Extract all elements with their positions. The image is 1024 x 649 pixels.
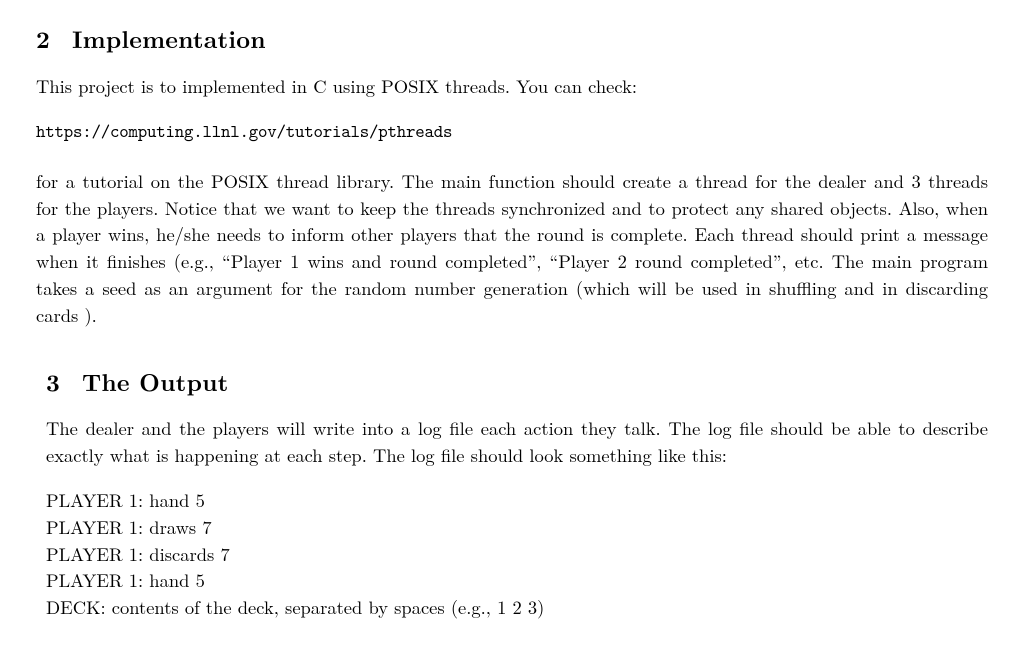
tutorial-url: https://computing.llnl.gov/tutorials/pth… bbox=[36, 118, 988, 144]
log-sample: PLAYER 1: hand 5 PLAYER 1: draws 7 PLAYE… bbox=[46, 487, 988, 621]
section-3-block: 3 The Output The dealer and the players … bbox=[36, 365, 988, 621]
section-3-heading: 3 The Output bbox=[46, 365, 988, 400]
section-number: 3 bbox=[46, 365, 60, 400]
section-2-para-1: This project is to implemented in C usin… bbox=[36, 73, 988, 100]
section-2-heading: 2 Implementation bbox=[36, 22, 988, 57]
log-line: PLAYER 1: hand 5 bbox=[46, 567, 988, 594]
section-title: Implementation bbox=[72, 22, 266, 57]
log-line: PLAYER 1: discards 7 bbox=[46, 541, 988, 568]
section-gap bbox=[36, 347, 988, 365]
log-line: PLAYER 1: draws 7 bbox=[46, 514, 988, 541]
section-title: The Output bbox=[82, 365, 229, 400]
section-3-para-1: The dealer and the players will write in… bbox=[46, 415, 988, 469]
log-line: PLAYER 1: hand 5 bbox=[46, 487, 988, 514]
section-2-para-2: for a tutorial on the POSIX thread libra… bbox=[36, 168, 988, 329]
section-number: 2 bbox=[36, 22, 50, 57]
log-line: DECK: contents of the deck, separated by… bbox=[46, 594, 988, 621]
document-page: 2 Implementation This project is to impl… bbox=[0, 0, 1024, 621]
